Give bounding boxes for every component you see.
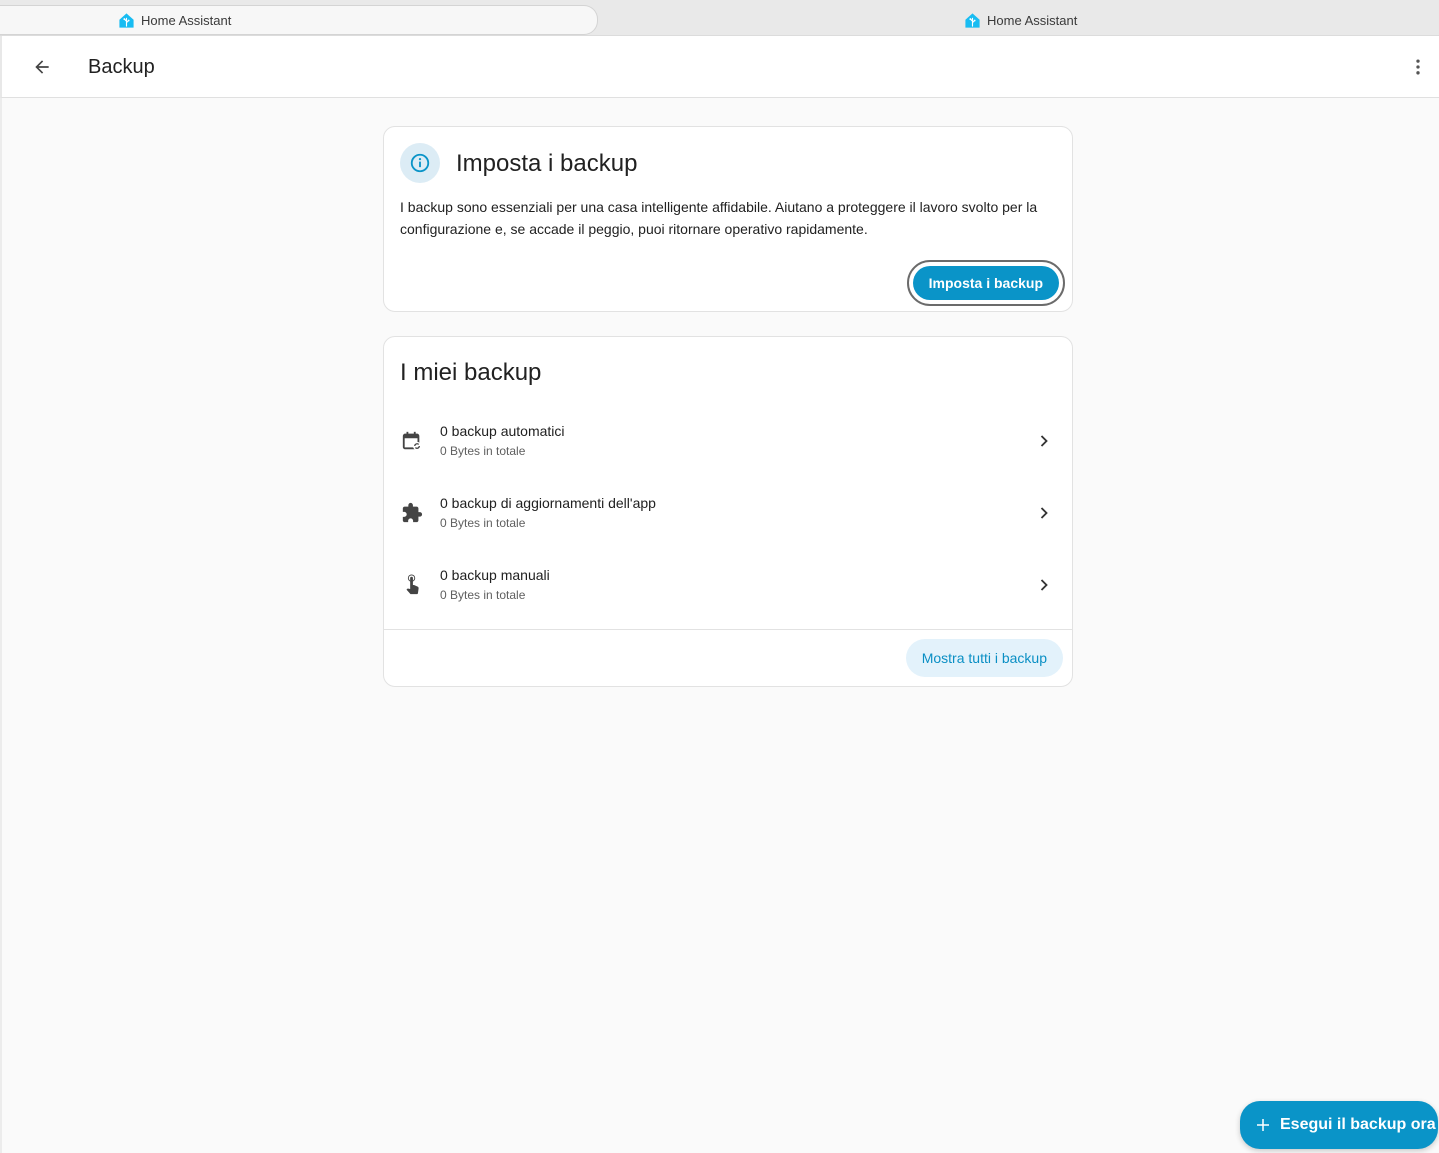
browser-tab-inactive[interactable]: Home Assistant: [964, 5, 1264, 35]
list-item-automatic-backups[interactable]: 0 backup automatici 0 Bytes in totale: [384, 409, 1072, 473]
setup-backup-card: Imposta i backup I backup sono essenzial…: [383, 126, 1073, 312]
browser-tab-active[interactable]: Home Assistant: [0, 5, 598, 35]
list-item-subtitle: 0 Bytes in totale: [440, 516, 526, 530]
list-item-subtitle: 0 Bytes in totale: [440, 588, 526, 602]
list-item-title: 0 backup di aggiornamenti dell'app: [440, 495, 656, 511]
chevron-right-icon: [1034, 503, 1054, 523]
information-icon: [410, 153, 430, 173]
home-assistant-logo-icon: [119, 12, 134, 28]
dots-vertical-icon: [1416, 59, 1420, 75]
setup-backup-button-label: Imposta i backup: [912, 266, 1059, 300]
backup-now-fab-label: Esegui il backup ora: [1280, 1116, 1436, 1133]
my-backups-title: I miei backup: [400, 359, 542, 386]
backup-now-fab[interactable]: Esegui il backup ora: [1240, 1101, 1438, 1149]
back-button[interactable]: [24, 49, 60, 85]
browser-tab-strip: Home Assistant Home Assistant: [0, 0, 1439, 36]
home-assistant-logo-icon: [965, 12, 980, 28]
list-item-title: 0 backup manuali: [440, 567, 550, 583]
browser-tab-label: Home Assistant: [141, 12, 232, 28]
my-backups-card: I miei backup 0 backup automatici 0 Byte…: [383, 336, 1073, 687]
page-title: Backup: [88, 56, 155, 78]
card-divider: [384, 629, 1072, 630]
setup-card-title: Imposta i backup: [456, 150, 638, 177]
app-toolbar: Backup: [0, 36, 1439, 98]
arrow-left-icon: [35, 60, 49, 74]
plus-icon: [1257, 1119, 1269, 1131]
list-item-subtitle: 0 Bytes in totale: [440, 444, 526, 458]
setup-backup-button[interactable]: Imposta i backup: [906, 260, 1065, 306]
list-item-app-update-backups[interactable]: 0 backup di aggiornamenti dell'app 0 Byt…: [384, 481, 1072, 545]
list-item-manual-backups[interactable]: 0 backup manuali 0 Bytes in totale: [384, 553, 1072, 617]
list-item-title: 0 backup automatici: [440, 423, 565, 439]
puzzle-icon: [400, 501, 424, 525]
show-all-backups-button[interactable]: Mostra tutti i backup: [905, 639, 1063, 677]
info-badge: [400, 143, 440, 183]
sidebar-edge: [0, 98, 2, 1153]
chevron-right-icon: [1034, 431, 1054, 451]
browser-tab-label: Home Assistant: [987, 12, 1078, 28]
chevron-right-icon: [1034, 575, 1054, 595]
calendar-sync-icon: [400, 429, 424, 453]
setup-card-description: I backup sono essenziali per una casa in…: [400, 199, 1038, 237]
overflow-menu-button[interactable]: [1403, 51, 1433, 83]
gesture-tap-icon: [400, 573, 424, 597]
